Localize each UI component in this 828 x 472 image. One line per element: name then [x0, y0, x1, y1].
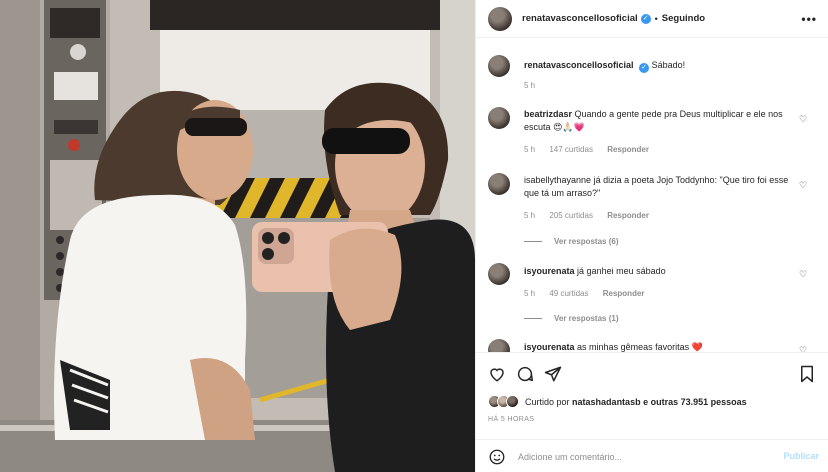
author-username[interactable]: renatavasconcellosoficial — [522, 13, 638, 24]
caption-text: Sábado! — [651, 60, 686, 70]
post-photo[interactable] — [0, 0, 475, 472]
publish-button[interactable]: Publicar — [783, 451, 819, 461]
liked-by-text: Curtido por natashadantasb e outras 73.9… — [525, 397, 747, 407]
comment-text-wrap: isabellythayanne já dizia a poeta Jojo T… — [524, 174, 796, 200]
comment-icon[interactable] — [516, 365, 534, 383]
comment-username[interactable]: isyourenata — [524, 342, 575, 352]
emoji-smile-icon[interactable] — [488, 448, 506, 466]
liked-user[interactable]: natashadantasb — [572, 397, 641, 407]
comment-avatar[interactable] — [488, 107, 510, 129]
liker-avatar — [506, 395, 519, 408]
comments-list[interactable]: renatavasconcellosoficial ✓ Sábado! 5 h … — [476, 39, 828, 352]
comment-text-wrap: isyourenata já ganhei meu sábado — [524, 265, 796, 278]
action-icons — [488, 365, 572, 383]
view-replies-label: Ver respostas (6) — [554, 237, 619, 246]
comment-text: já ganhei meu sábado — [577, 266, 666, 276]
comment-avatar[interactable] — [488, 173, 510, 195]
liked-by-row[interactable]: Curtido por natashadantasb e outras 73.9… — [488, 395, 747, 408]
comment-likes[interactable]: 49 curtidas — [549, 289, 588, 298]
liked-count[interactable]: 73.951 pessoas — [681, 397, 747, 407]
comment-time: 5 h — [524, 211, 536, 220]
comment-avatar[interactable] — [488, 339, 510, 352]
mirror-selfie-image — [0, 0, 475, 472]
caption-verified-icon: ✓ — [639, 63, 650, 73]
comment-like-heart-icon[interactable]: ♡ — [798, 269, 808, 279]
post-actions: Curtido por natashadantasb e outras 73.9… — [476, 352, 828, 472]
post-timestamp[interactable]: HÁ 5 HORAS — [488, 416, 534, 423]
caption-time: 5 h — [524, 81, 536, 90]
comment-text-wrap: isyourenata as minhas gêmeas favoritas ❤… — [524, 341, 796, 352]
liked-suffix: e outras — [643, 396, 679, 407]
share-icon[interactable] — [544, 365, 562, 383]
comment-meta: 5 h 205 curtidas Responder — [524, 211, 661, 220]
comment-input[interactable] — [518, 451, 758, 462]
header-separator: • — [654, 13, 658, 24]
add-comment-bar: Publicar — [476, 439, 828, 472]
reply-button[interactable]: Responder — [603, 289, 645, 298]
caption-avatar[interactable] — [488, 55, 510, 77]
post-header: renatavasconcellosoficial ✓ • Seguindo •… — [476, 0, 828, 38]
bookmark-icon[interactable] — [799, 365, 815, 383]
reply-button[interactable]: Responder — [607, 145, 649, 154]
caption-text-wrap: renatavasconcellosoficial ✓ Sábado! — [524, 59, 796, 73]
comment-time: 5 h — [524, 145, 536, 154]
comment-meta: 5 h 147 curtidas Responder — [524, 145, 661, 154]
comment-likes[interactable]: 205 curtidas — [549, 211, 593, 220]
caption-meta: 5 h — [524, 81, 547, 90]
comment-text-wrap: beatrizdasr Quando a gente pede pra Deus… — [524, 108, 796, 134]
comment-text: as minhas gêmeas favoritas ❤️ — [577, 342, 703, 352]
comment-like-heart-icon[interactable]: ♡ — [798, 180, 808, 190]
replies-line — [524, 318, 542, 319]
caption-username[interactable]: renatavasconcellosoficial — [524, 60, 634, 70]
comment-avatar[interactable] — [488, 263, 510, 285]
like-heart-icon[interactable] — [488, 365, 506, 383]
verified-badge-icon: ✓ — [640, 13, 651, 24]
comment-username[interactable]: isabellythayanne — [524, 175, 591, 185]
comment-username[interactable]: beatrizdasr — [524, 109, 572, 119]
reply-button[interactable]: Responder — [607, 211, 649, 220]
comment-time: 5 h — [524, 289, 536, 298]
comment-like-heart-icon[interactable]: ♡ — [798, 114, 808, 124]
comment-username[interactable]: isyourenata — [524, 266, 575, 276]
view-replies-button[interactable]: Ver respostas (1) — [524, 314, 618, 323]
replies-line — [524, 241, 542, 242]
comment-likes[interactable]: 147 curtidas — [549, 145, 593, 154]
more-options-icon[interactable]: ••• — [801, 12, 817, 26]
author-avatar[interactable] — [488, 6, 512, 31]
view-replies-label: Ver respostas (1) — [554, 314, 619, 323]
liked-prefix: Curtido por — [525, 396, 570, 407]
following-button[interactable]: Seguindo — [662, 13, 705, 24]
comment-meta: 5 h 49 curtidas Responder — [524, 289, 657, 298]
post-side-panel: renatavasconcellosoficial ✓ • Seguindo •… — [475, 0, 828, 472]
view-replies-button[interactable]: Ver respostas (6) — [524, 237, 618, 246]
comment-like-heart-icon[interactable]: ♡ — [798, 345, 808, 352]
